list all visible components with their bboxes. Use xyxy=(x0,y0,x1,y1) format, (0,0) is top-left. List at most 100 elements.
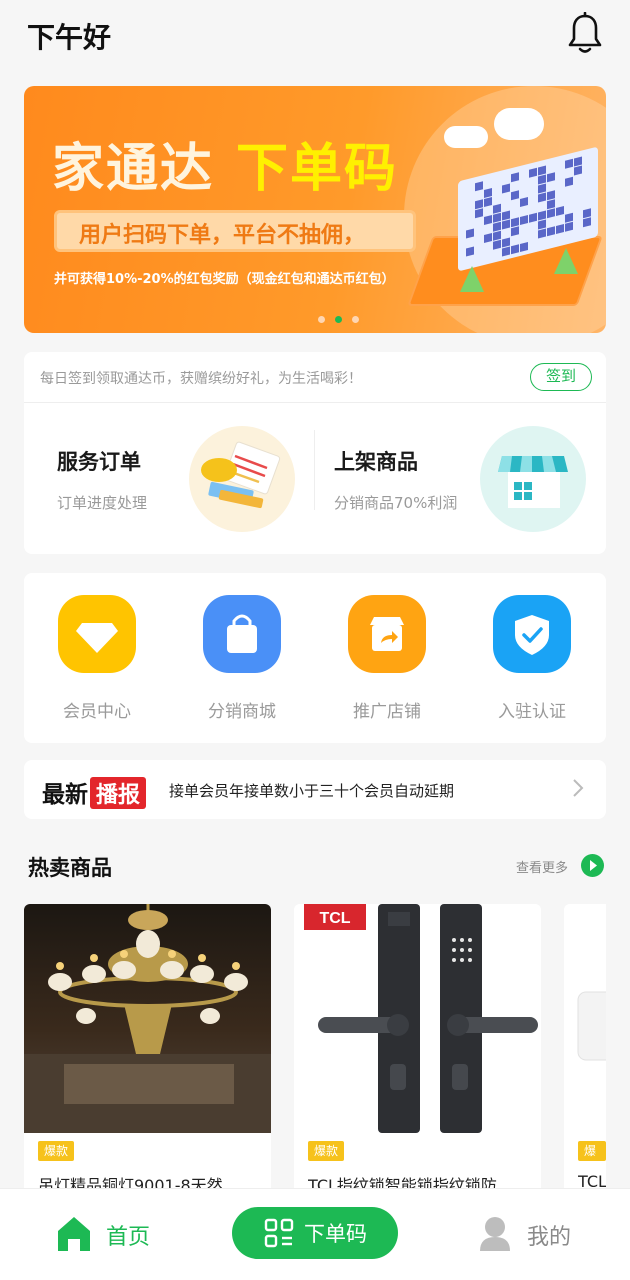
home-icon xyxy=(58,1217,90,1251)
banner-title-highlight: 下单码 xyxy=(236,139,399,199)
air-conditioner-image xyxy=(564,904,606,1133)
bottom-tab-bar: 首页 下单码 我的 xyxy=(0,1188,630,1280)
news-logo-text: 最新 xyxy=(42,782,88,808)
qr-cell xyxy=(565,221,573,232)
hot-tag: 爆款 xyxy=(308,1141,345,1161)
qr-cell xyxy=(547,226,555,237)
signin-tip: 每日签到领取通达币，获赠缤纷好礼，为生活喝彩！ xyxy=(40,371,362,387)
news-logo: 最新 播报 xyxy=(42,775,147,809)
signin-button[interactable]: 签到 xyxy=(530,363,592,391)
news-ticker[interactable]: 最新 播报 接单会员年接单数小于三十个会员自动延期 xyxy=(24,760,606,819)
menu-certification[interactable]: 入驻认证 xyxy=(482,595,582,722)
carousel-dot[interactable] xyxy=(318,316,325,323)
qr-cell xyxy=(547,208,555,219)
service-orders-subtitle: 订单进度处理 xyxy=(57,494,148,512)
qr-cell xyxy=(511,172,519,183)
qr-cell xyxy=(538,228,546,239)
share-store-icon xyxy=(348,595,426,673)
shield-check-icon xyxy=(493,595,571,673)
menu-label: 分销商城 xyxy=(208,702,276,722)
qr-cell xyxy=(466,246,474,257)
banner-slogan-text: 用户扫码下单，平台不抽佣， xyxy=(79,223,366,248)
tree-icon xyxy=(460,266,484,292)
qr-cell xyxy=(520,242,528,252)
divider xyxy=(24,402,606,403)
product-card[interactable]: 爆款 TCL xyxy=(564,904,606,1204)
qr-cell xyxy=(583,217,591,228)
qr-cell xyxy=(484,232,492,243)
banner-slogan: 用户扫码下单，平台不抽佣， xyxy=(54,210,416,252)
carousel-dot-active[interactable] xyxy=(335,316,342,323)
qr-code-icon xyxy=(264,1218,294,1248)
qr-cell xyxy=(484,196,492,207)
product-card[interactable]: 爆款 吊灯精品铜灯9001-8天然… xyxy=(24,904,271,1204)
divider xyxy=(314,430,315,510)
list-products-subtitle: 分销商品70%利润 xyxy=(334,494,458,512)
view-more-link[interactable]: 查看更多 xyxy=(516,857,568,876)
qr-cell xyxy=(574,165,582,176)
qr-cell xyxy=(556,206,564,217)
quick-menu: 会员中心 分销商城 推广店铺 入驻认证 xyxy=(24,573,606,743)
brand-logo: TCL xyxy=(319,910,350,927)
menu-distribution-mall[interactable]: 分销商城 xyxy=(192,595,292,722)
document-stack-icon xyxy=(189,426,295,532)
tab-home-label: 首页 xyxy=(106,1225,151,1250)
qr-cell xyxy=(502,183,510,194)
carousel-dot[interactable] xyxy=(352,316,359,323)
qr-cell xyxy=(484,214,492,225)
header: 下午好 xyxy=(0,0,630,70)
list-products-title: 上架商品 xyxy=(334,450,418,474)
qr-cell xyxy=(475,208,483,219)
qr-cell xyxy=(520,197,528,207)
user-icon xyxy=(480,1217,510,1251)
service-orders-title: 服务订单 xyxy=(57,450,141,474)
smart-lock-image: TCL xyxy=(294,904,541,1133)
qr-cell xyxy=(520,215,528,225)
menu-label: 会员中心 xyxy=(63,702,131,722)
chandelier-image xyxy=(24,904,271,1133)
qr-cell xyxy=(511,244,519,255)
storefront-icon xyxy=(480,426,586,532)
chevron-right-icon xyxy=(573,779,584,797)
product-card[interactable]: TCL 爆款 TCL指纹锁智能锁指纹锁防… xyxy=(294,904,541,1204)
qr-cell xyxy=(502,219,510,230)
qr-cell xyxy=(529,167,537,178)
qr-cell xyxy=(466,228,474,239)
qr-cell xyxy=(529,212,537,223)
diamond-icon xyxy=(58,595,136,673)
hot-tag: 爆款 xyxy=(38,1141,75,1161)
banner-subtext: 并可获得10%-20%的红包奖励（现金红包和通达币红包） xyxy=(54,272,395,287)
tree-icon xyxy=(554,248,578,274)
carousel-dots xyxy=(318,308,369,327)
bell-icon[interactable] xyxy=(566,12,604,56)
signin-services-card: 每日签到领取通达币，获赠缤纷好礼，为生活喝彩！ 签到 服务订单 订单进度处理 上… xyxy=(24,352,606,554)
qr-cell xyxy=(547,172,555,183)
greeting-title: 下午好 xyxy=(27,21,112,54)
qr-cell xyxy=(502,246,510,257)
tab-mine[interactable]: 我的 xyxy=(478,1215,588,1255)
promo-banner[interactable]: 家通达 下单码 用户扫码下单，平台不抽佣， 并可获得10%-20%的红包奖励（现… xyxy=(24,86,606,333)
tab-order-code[interactable]: 下单码 xyxy=(232,1207,398,1259)
menu-promote-store[interactable]: 推广店铺 xyxy=(337,595,437,722)
cloud-icon xyxy=(444,126,488,148)
shopping-bag-icon xyxy=(203,595,281,673)
menu-label: 推广店铺 xyxy=(353,702,421,722)
qr-cell xyxy=(511,226,519,237)
news-logo-badge: 播报 xyxy=(90,777,147,809)
menu-member-center[interactable]: 会员中心 xyxy=(47,595,147,722)
qr-cell xyxy=(565,158,573,169)
play-arrow-icon[interactable] xyxy=(581,854,604,877)
hot-tag: 爆款 xyxy=(578,1141,606,1178)
qr-cell xyxy=(493,239,501,250)
hot-products-title: 热卖商品 xyxy=(28,856,112,880)
menu-label: 入驻认证 xyxy=(498,702,566,722)
qr-cell xyxy=(565,176,573,187)
qr-cell xyxy=(511,190,519,201)
news-text: 接单会员年接单数小于三十个会员自动延期 xyxy=(169,782,455,800)
tab-mine-label: 我的 xyxy=(527,1225,572,1250)
qr-cell xyxy=(556,224,564,235)
qr-cell xyxy=(475,181,483,192)
tab-home[interactable]: 首页 xyxy=(56,1215,166,1255)
tab-order-code-label: 下单码 xyxy=(304,1222,367,1246)
qr-cell xyxy=(538,192,546,203)
